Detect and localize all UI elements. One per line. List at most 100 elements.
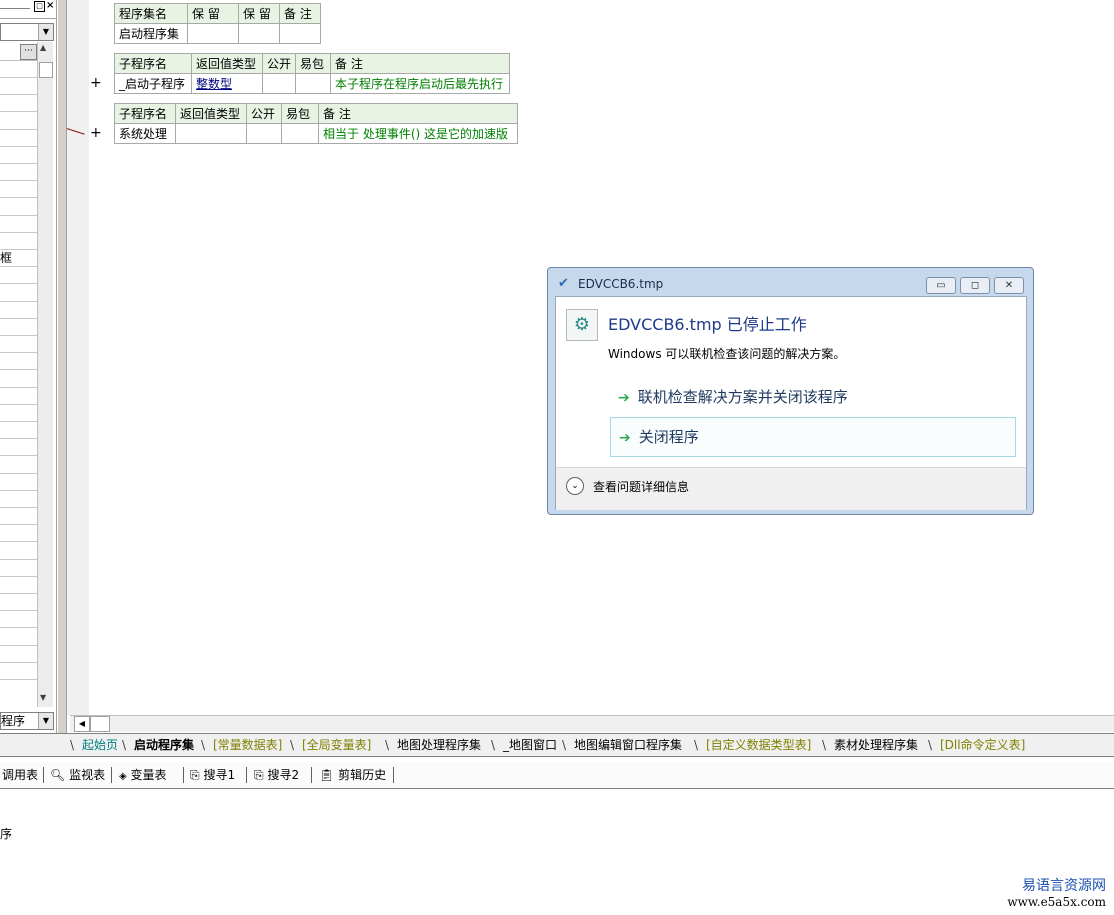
- property-row[interactable]: [0, 336, 37, 354]
- tab-search1[interactable]: ⎘ 搜寻1: [190, 766, 235, 784]
- property-row[interactable]: [0, 508, 37, 526]
- property-row[interactable]: [0, 199, 37, 216]
- property-row[interactable]: [0, 130, 37, 147]
- separator: [311, 767, 312, 783]
- property-row[interactable]: [0, 216, 37, 233]
- property-row[interactable]: [0, 560, 37, 577]
- tab-item[interactable]: 素材处理程序集: [828, 736, 924, 754]
- property-row[interactable]: [0, 629, 37, 646]
- close-icon[interactable]: ×: [46, 0, 54, 11]
- expand-details-icon[interactable]: ⌄: [566, 477, 584, 495]
- tab-item[interactable]: [全局变量表]: [296, 736, 377, 754]
- tab-search2[interactable]: ⎘ 搜寻2: [254, 766, 299, 784]
- tab-item[interactable]: _地图窗口: [497, 736, 563, 754]
- tab-item[interactable]: 启动程序集: [128, 736, 200, 754]
- property-row[interactable]: [0, 61, 37, 78]
- subroutine-name-cell[interactable]: _启动子程序: [114, 73, 192, 94]
- scroll-left-icon[interactable]: ◀: [74, 716, 90, 732]
- table-cell[interactable]: [261, 73, 297, 94]
- property-row[interactable]: [0, 181, 37, 199]
- tab-call-table[interactable]: 调用表: [2, 766, 38, 784]
- check-online-button[interactable]: ➔ 联机检查解决方案并关闭该程序: [610, 378, 1014, 416]
- table-cell[interactable]: [187, 23, 239, 44]
- property-row[interactable]: [0, 422, 37, 440]
- property-row-selected[interactable]: ···: [0, 43, 37, 61]
- program-combo[interactable]: 程序 ▼: [0, 712, 54, 730]
- subroutine-name-cell[interactable]: 系统处理: [114, 123, 176, 144]
- scroll-thumb[interactable]: [90, 716, 110, 732]
- property-row[interactable]: [0, 285, 37, 302]
- property-row[interactable]: [0, 319, 37, 336]
- chevron-down-icon[interactable]: ▼: [38, 24, 53, 40]
- tab-item[interactable]: [自定义数据类型表]: [700, 736, 817, 754]
- return-type-cell[interactable]: 整数型: [191, 73, 263, 94]
- close-program-button[interactable]: ➔ 关闭程序: [610, 417, 1016, 457]
- property-row[interactable]: [0, 371, 37, 388]
- tab-item[interactable]: [Dll命令定义表]: [934, 736, 1031, 754]
- table-cell[interactable]: [281, 123, 319, 144]
- property-row[interactable]: [0, 491, 37, 508]
- dialog-heading: EDVCCB6.tmp 已停止工作: [608, 315, 807, 334]
- tab-watch-table[interactable]: 🔍︎ 监视表: [50, 766, 105, 784]
- property-row[interactable]: [0, 594, 37, 612]
- object-combo[interactable]: ▼: [0, 23, 54, 41]
- maximize-icon[interactable]: □: [34, 1, 45, 12]
- tab-item[interactable]: 地图处理程序集: [391, 736, 487, 754]
- panel-title-line: [0, 8, 30, 9]
- return-type-cell[interactable]: [175, 123, 247, 144]
- assembly-name-cell[interactable]: 启动程序集: [114, 23, 188, 44]
- tab-clip-history[interactable]: 📋︎ 剪辑历史: [319, 766, 386, 784]
- tab-separator: \: [694, 738, 699, 752]
- property-row[interactable]: [0, 611, 37, 629]
- property-row[interactable]: [0, 439, 37, 457]
- property-row[interactable]: [0, 95, 37, 113]
- property-row[interactable]: [0, 233, 37, 250]
- property-row[interactable]: [0, 267, 37, 285]
- property-row[interactable]: [0, 164, 37, 182]
- expand-icon[interactable]: +: [90, 125, 102, 141]
- tab-item[interactable]: 起始页: [76, 736, 124, 754]
- tab-label: 剪辑历史: [338, 768, 387, 782]
- scroll-thumb[interactable]: [39, 62, 53, 78]
- property-row[interactable]: [0, 474, 37, 491]
- property-row[interactable]: [0, 646, 37, 663]
- property-row[interactable]: [0, 78, 37, 96]
- tab-item[interactable]: [常量数据表]: [207, 736, 288, 754]
- ellipsis-button[interactable]: ···: [20, 44, 37, 60]
- details-link[interactable]: 查看问题详细信息: [593, 478, 689, 495]
- property-row[interactable]: [0, 353, 37, 371]
- table-cell[interactable]: [295, 73, 332, 94]
- property-row[interactable]: 框: [0, 250, 37, 268]
- minimize-button[interactable]: ▭: [926, 277, 956, 294]
- chevron-down-icon[interactable]: ▼: [38, 713, 53, 729]
- table-cell[interactable]: [279, 23, 321, 44]
- table-cell[interactable]: [246, 123, 282, 144]
- expand-icon[interactable]: +: [90, 75, 102, 91]
- property-row[interactable]: [0, 457, 37, 474]
- header-cell: 返回值类型: [175, 103, 247, 124]
- property-row[interactable]: [0, 543, 37, 560]
- horizontal-scrollbar[interactable]: ◀: [70, 715, 1114, 732]
- close-button[interactable]: ✕: [994, 277, 1024, 294]
- splitter[interactable]: [58, 0, 67, 735]
- subroutine-table-2: 子程序名 返回值类型 公开 易包 备 注 系统处理 相当于 处理事件() 这是它…: [114, 103, 518, 144]
- remark-cell[interactable]: 相当于 处理事件() 这是它的加速版: [318, 123, 518, 144]
- tab-item[interactable]: 地图编辑窗口程序集: [568, 736, 688, 754]
- tab-separator: \: [822, 738, 827, 752]
- vertical-scrollbar[interactable]: ▲ ▼: [37, 42, 53, 707]
- property-row[interactable]: [0, 663, 37, 680]
- tab-variable-table[interactable]: ◈ 变量表: [119, 766, 167, 784]
- scroll-up-icon[interactable]: ▲: [40, 43, 46, 52]
- scroll-down-icon[interactable]: ▼: [40, 693, 46, 702]
- table-cell[interactable]: [238, 23, 280, 44]
- property-row[interactable]: [0, 302, 37, 319]
- property-row[interactable]: [0, 405, 37, 422]
- property-row[interactable]: [0, 577, 37, 594]
- restore-button[interactable]: ◻: [960, 277, 990, 294]
- remark-cell[interactable]: 本子程序在程序启动后最先执行: [330, 73, 511, 94]
- property-row[interactable]: [0, 525, 37, 543]
- property-row[interactable]: [0, 113, 37, 130]
- property-row[interactable]: [0, 147, 37, 164]
- property-row[interactable]: [0, 388, 37, 405]
- separator: [393, 767, 394, 783]
